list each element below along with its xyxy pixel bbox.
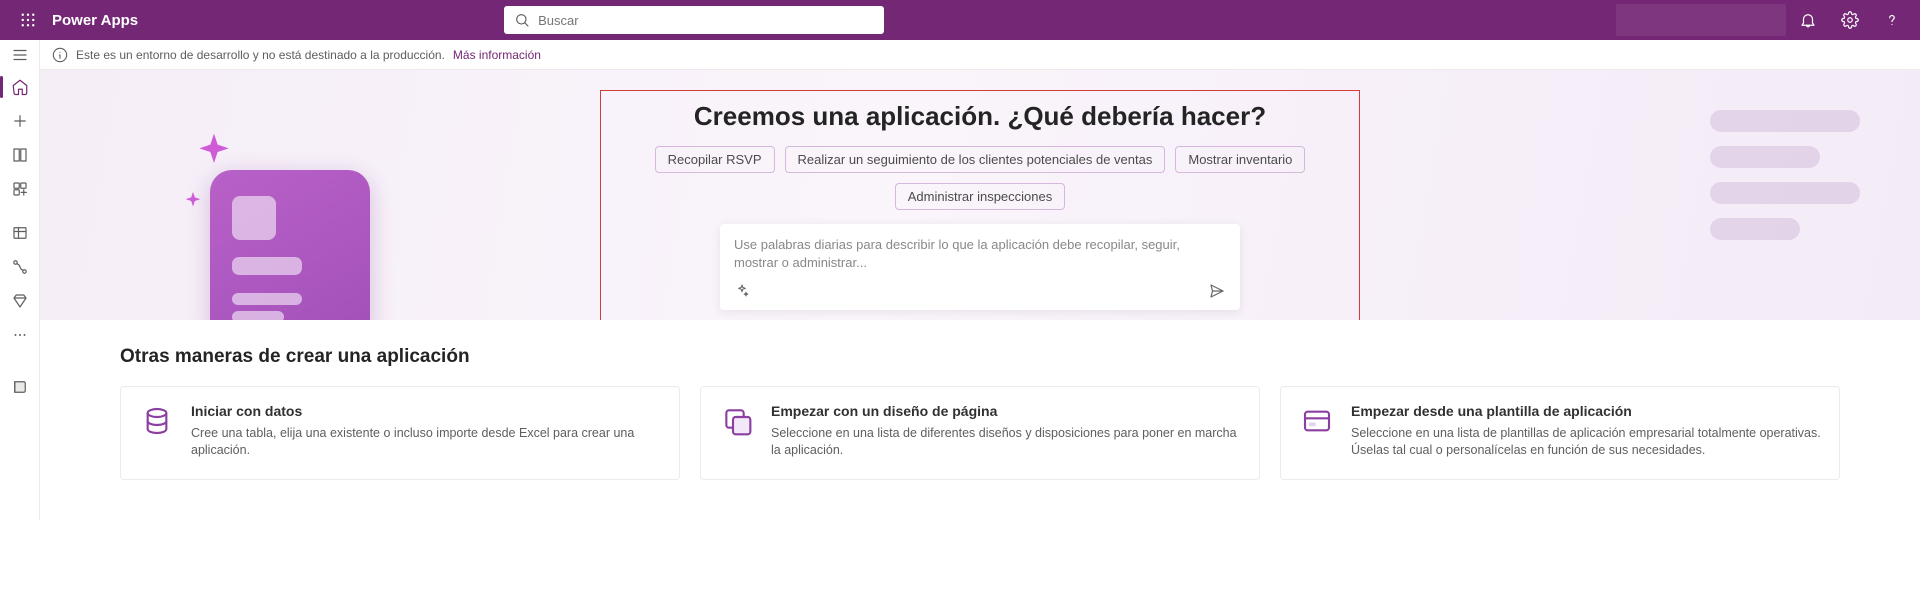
- other-ways-section: Otras maneras de crear una aplicación In…: [40, 320, 1920, 520]
- card-start-with-data[interactable]: Iniciar con datos Cree una tabla, elija …: [120, 386, 680, 480]
- card-desc: Seleccione en una lista de plantillas de…: [1351, 425, 1821, 459]
- nav-tables[interactable]: [0, 216, 40, 250]
- send-icon: [1208, 282, 1226, 300]
- card-title: Iniciar con datos: [191, 403, 661, 419]
- left-nav: [0, 70, 40, 520]
- hamburger-button[interactable]: [0, 40, 40, 70]
- nav-create[interactable]: [0, 104, 40, 138]
- app-header: Power Apps: [0, 0, 1920, 40]
- main-content: Creemos una aplicación. ¿Qué debería hac…: [40, 70, 1920, 520]
- card-desc: Seleccione en una lista de diferentes di…: [771, 425, 1241, 459]
- notifications-button[interactable]: [1788, 0, 1828, 40]
- chip-inspections[interactable]: Administrar inspecciones: [895, 183, 1066, 210]
- solutions-icon: [11, 292, 29, 310]
- hero-illustration-right: [1710, 110, 1860, 240]
- nav-solutions[interactable]: [0, 284, 40, 318]
- copilot-prompt-placeholder: Use palabras diarias para describir lo q…: [734, 236, 1226, 272]
- info-bar-text: Este es un entorno de desarrollo y no es…: [76, 48, 445, 62]
- chip-sales-leads[interactable]: Realizar un seguimiento de los clientes …: [785, 146, 1166, 173]
- sparkle-icon: [192, 130, 236, 174]
- info-icon: [52, 47, 68, 63]
- nav-learn[interactable]: [0, 138, 40, 172]
- send-button[interactable]: [1208, 282, 1226, 300]
- nav-power-platform[interactable]: [0, 370, 40, 404]
- sparkle-attach-icon[interactable]: [734, 283, 750, 299]
- hero-title: Creemos una aplicación. ¿Qué debería hac…: [611, 101, 1349, 132]
- card-title: Empezar desde una plantilla de aplicació…: [1351, 403, 1821, 419]
- help-button[interactable]: [1872, 0, 1912, 40]
- data-icon: [139, 403, 175, 439]
- search-wrapper: [504, 6, 884, 34]
- bell-icon: [1799, 11, 1817, 29]
- brand-title: Power Apps: [52, 12, 138, 29]
- copilot-prompt-box[interactable]: Use palabras diarias para describir lo q…: [720, 224, 1240, 310]
- section-heading: Otras maneras de crear una aplicación: [120, 346, 1840, 368]
- hero-section: Creemos una aplicación. ¿Qué debería hac…: [40, 70, 1920, 320]
- table-icon: [11, 224, 29, 242]
- chip-inventory[interactable]: Mostrar inventario: [1175, 146, 1305, 173]
- flow-icon: [11, 258, 29, 276]
- hero-illustration: [210, 170, 400, 320]
- nav-home[interactable]: [0, 70, 40, 104]
- template-icon: [1299, 403, 1335, 439]
- card-title: Empezar con un diseño de página: [771, 403, 1241, 419]
- card-desc: Cree una tabla, elija una existente o in…: [191, 425, 661, 459]
- apps-icon: [11, 180, 29, 198]
- card-start-with-page-design[interactable]: Empezar con un diseño de página Seleccio…: [700, 386, 1260, 480]
- search-icon: [514, 12, 530, 28]
- nav-more[interactable]: [0, 318, 40, 352]
- nav-apps[interactable]: [0, 172, 40, 206]
- hamburger-icon: [11, 46, 29, 64]
- info-bar: Este es un entorno de desarrollo y no es…: [40, 40, 1920, 70]
- card-start-from-template[interactable]: Empezar desde una plantilla de aplicació…: [1280, 386, 1840, 480]
- chip-rsvp[interactable]: Recopilar RSVP: [655, 146, 775, 173]
- info-bar-link[interactable]: Más información: [453, 48, 541, 62]
- more-icon: [11, 326, 29, 344]
- book-icon: [11, 146, 29, 164]
- settings-button[interactable]: [1830, 0, 1870, 40]
- power-platform-icon: [11, 378, 29, 396]
- hero-highlight-box: Creemos una aplicación. ¿Qué debería hac…: [600, 90, 1360, 320]
- waffle-icon: [19, 11, 37, 29]
- sparkle-icon: [182, 190, 204, 212]
- help-icon: [1883, 11, 1901, 29]
- header-right-group: [1616, 0, 1912, 40]
- environment-switcher[interactable]: [1616, 4, 1786, 36]
- layout-icon: [719, 403, 755, 439]
- home-icon: [11, 78, 29, 96]
- app-launcher-button[interactable]: [8, 0, 48, 40]
- plus-icon: [11, 112, 29, 130]
- suggestion-chips: Recopilar RSVP Realizar un seguimiento d…: [611, 146, 1349, 210]
- nav-flows[interactable]: [0, 250, 40, 284]
- gear-icon: [1841, 11, 1859, 29]
- search-input[interactable]: [504, 6, 884, 34]
